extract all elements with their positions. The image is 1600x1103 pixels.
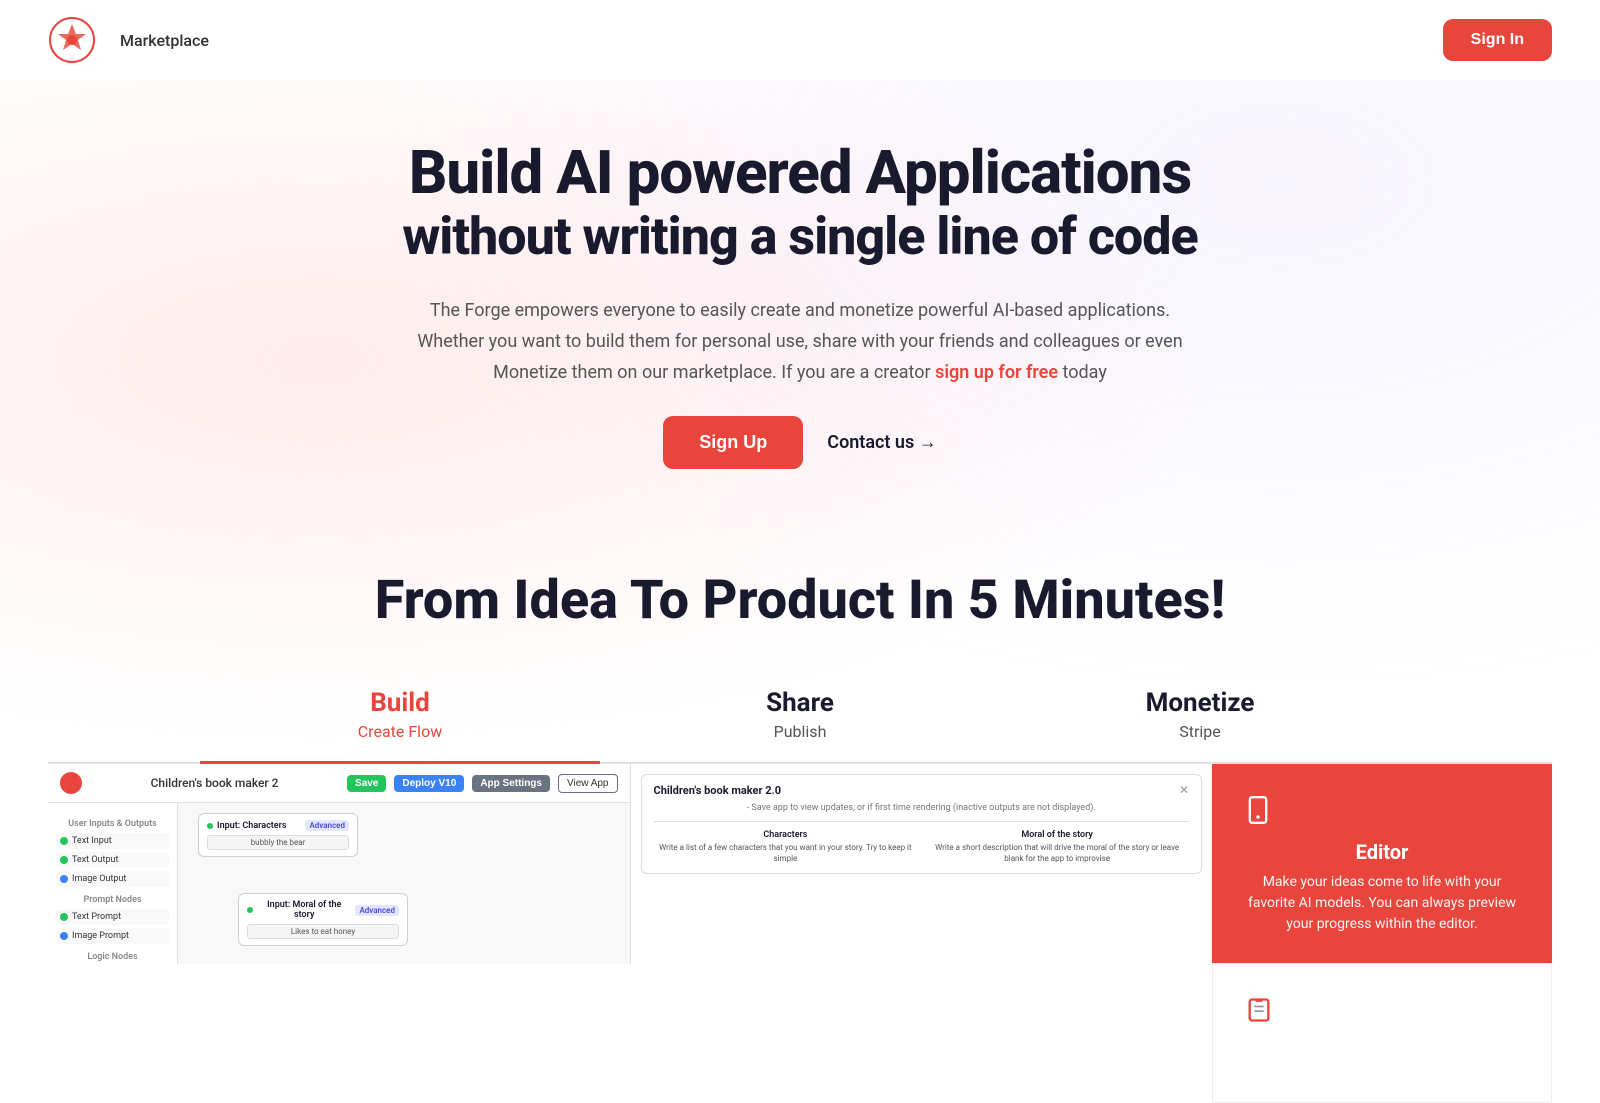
mock-field-moral-label: Moral of the story [925, 830, 1189, 840]
mock-node-dot-1 [207, 823, 213, 829]
nav-left: Marketplace [48, 16, 209, 64]
mock-dot-blue [60, 875, 68, 883]
mock-dot-green [60, 837, 68, 845]
second-card-icon [1241, 992, 1277, 1028]
mock-dialog: Children's book maker 2.0 ✕ - Save app t… [641, 774, 1203, 873]
mock-node-label-1: Input: Characters [217, 821, 287, 831]
screenshot-area: Children's book maker 2 Save Deploy V10 … [48, 764, 1212, 964]
mock-text-prompt-label: Text Prompt [72, 912, 121, 922]
mock-node-badge-2: Advanced [355, 905, 399, 916]
clipboard-icon [1245, 996, 1273, 1024]
mock-text-output-label: Text Output [72, 855, 118, 865]
mock-section-label-3: Logic Nodes [56, 952, 169, 962]
tab-monetize[interactable]: Monetize Stripe [1000, 672, 1400, 762]
mock-dialog-header: Children's book maker 2.0 ✕ [654, 783, 1190, 797]
mock-sidebar-text-output: Text Output [56, 852, 169, 868]
tab-monetize-label: Monetize [1000, 688, 1400, 718]
mock-sidebar-image-output: Image Output [56, 871, 169, 887]
editor-feature-card: Editor Make your ideas come to life with… [1212, 764, 1552, 963]
mock-form-col-characters: Characters Write a list of a few charact… [654, 830, 918, 864]
signin-button[interactable]: Sign In [1443, 19, 1552, 61]
mock-settings-btn[interactable]: App Settings [472, 775, 550, 792]
mock-image-prompt-label: Image Prompt [72, 931, 129, 941]
mock-field-characters-text: Write a list of a few characters that yo… [654, 842, 918, 864]
signup-button[interactable]: Sign Up [663, 416, 803, 469]
mock-sidebar-text-prompt: Text Prompt [56, 909, 169, 925]
mock-app-name-label: Children's book maker 2 [90, 776, 339, 790]
tab-build-label: Build [200, 688, 600, 718]
mock-dialog-subtitle-text: - Save app to view updates, or if first … [654, 803, 1190, 813]
hero-section: Build AI powered Applications without wr… [0, 80, 1600, 509]
hero-description: The Forge empowers everyone to easily cr… [410, 296, 1190, 388]
mock-sidebar: User Inputs & Outputs Text Input Text Ou… [48, 803, 178, 964]
mock-dialog-close-icon[interactable]: ✕ [1179, 783, 1189, 797]
editor-card-desc: Make your ideas come to life with your f… [1240, 872, 1524, 935]
mock-section-label-2: Prompt Nodes [56, 895, 169, 905]
mock-canvas: Input: Characters Advanced bubbly the be… [178, 803, 630, 964]
hero-desc-text2: today [1058, 362, 1107, 383]
mock-save-btn[interactable]: Save [347, 775, 386, 792]
mock-viewapp-btn[interactable]: View App [558, 774, 618, 793]
mock-form-row: Characters Write a list of a few charact… [654, 830, 1190, 864]
mock-node-header-1: Input: Characters Advanced [207, 820, 349, 831]
features-title: From Idea To Product In 5 Minutes! [48, 569, 1552, 632]
hero-title-line1: Build AI powered Applications [48, 140, 1552, 206]
mock-node-label-2: Input: Moral of the story [257, 900, 351, 920]
tab-build[interactable]: Build Create Flow [200, 672, 600, 764]
mock-node-characters: Input: Characters Advanced bubbly the be… [198, 813, 358, 857]
mock-node-dot-2 [247, 907, 253, 913]
mock-sidebar-image-prompt: Image Prompt [56, 928, 169, 944]
mock-section-label-1: User Inputs & Outputs [56, 819, 169, 829]
mock-topbar: Children's book maker 2 Save Deploy V10 … [48, 764, 630, 803]
mock-editor-body: User Inputs & Outputs Text Input Text Ou… [48, 803, 630, 964]
navbar: Marketplace Sign In [0, 0, 1600, 80]
mock-input-val-1: bubbly the bear [207, 835, 349, 850]
mock-text-input-label: Text Input [72, 836, 112, 846]
logo-icon [48, 16, 96, 64]
mock-field-characters-label: Characters [654, 830, 918, 840]
editor-card-icon [1240, 792, 1276, 828]
tab-share[interactable]: Share Publish [600, 672, 1000, 762]
mock-image-output-label: Image Output [72, 874, 126, 884]
mock-node-badge-1: Advanced [305, 820, 349, 831]
mock-sidebar-text-input: Text Input [56, 833, 169, 849]
mock-form-col-moral: Moral of the story Write a short descrip… [925, 830, 1189, 864]
mock-dialog-title-text: Children's book maker 2.0 [654, 784, 782, 797]
hero-actions: Sign Up Contact us → [48, 416, 1552, 469]
signup-free-link[interactable]: sign up for free [935, 362, 1058, 383]
mock-dot-blue-2 [60, 932, 68, 940]
tab-monetize-sublabel: Stripe [1000, 722, 1400, 741]
mock-dot-green-2 [60, 856, 68, 864]
tab-share-label: Share [600, 688, 1000, 718]
content-area: Children's book maker 2 Save Deploy V10 … [48, 764, 1552, 1103]
tabs-row: Build Create Flow Share Publish Monetize… [48, 672, 1552, 764]
mock-node-moral: Input: Moral of the story Advanced Likes… [238, 893, 408, 946]
mock-dialog-container: Children's book maker 2.0 ✕ - Save app t… [631, 764, 1213, 883]
second-feature-card [1212, 963, 1552, 1103]
right-feature-panel: Editor Make your ideas come to life with… [1212, 764, 1552, 1103]
features-section: From Idea To Product In 5 Minutes! Build… [0, 509, 1600, 1103]
hero-title-line2: without writing a single line of code [48, 206, 1552, 268]
mock-input-val-2: Likes to eat honey [247, 924, 399, 939]
editor-card-title: Editor [1240, 840, 1524, 864]
mock-node-header-2: Input: Moral of the story Advanced [247, 900, 399, 920]
tab-build-sublabel: Create Flow [200, 722, 600, 741]
phone-icon [1244, 796, 1272, 824]
mock-dot-green-3 [60, 913, 68, 921]
mock-deploy-btn[interactable]: Deploy V10 [394, 775, 464, 792]
mock-logo [60, 772, 82, 794]
nav-marketplace-link[interactable]: Marketplace [120, 31, 209, 50]
mock-field-moral-text: Write a short description that will driv… [925, 842, 1189, 864]
tab-share-sublabel: Publish [600, 722, 1000, 741]
app-preview-screenshot: Children's book maker 2.0 ✕ - Save app t… [630, 764, 1213, 964]
contact-us-link[interactable]: Contact us → [827, 432, 936, 453]
flow-editor-screenshot: Children's book maker 2 Save Deploy V10 … [48, 764, 630, 964]
